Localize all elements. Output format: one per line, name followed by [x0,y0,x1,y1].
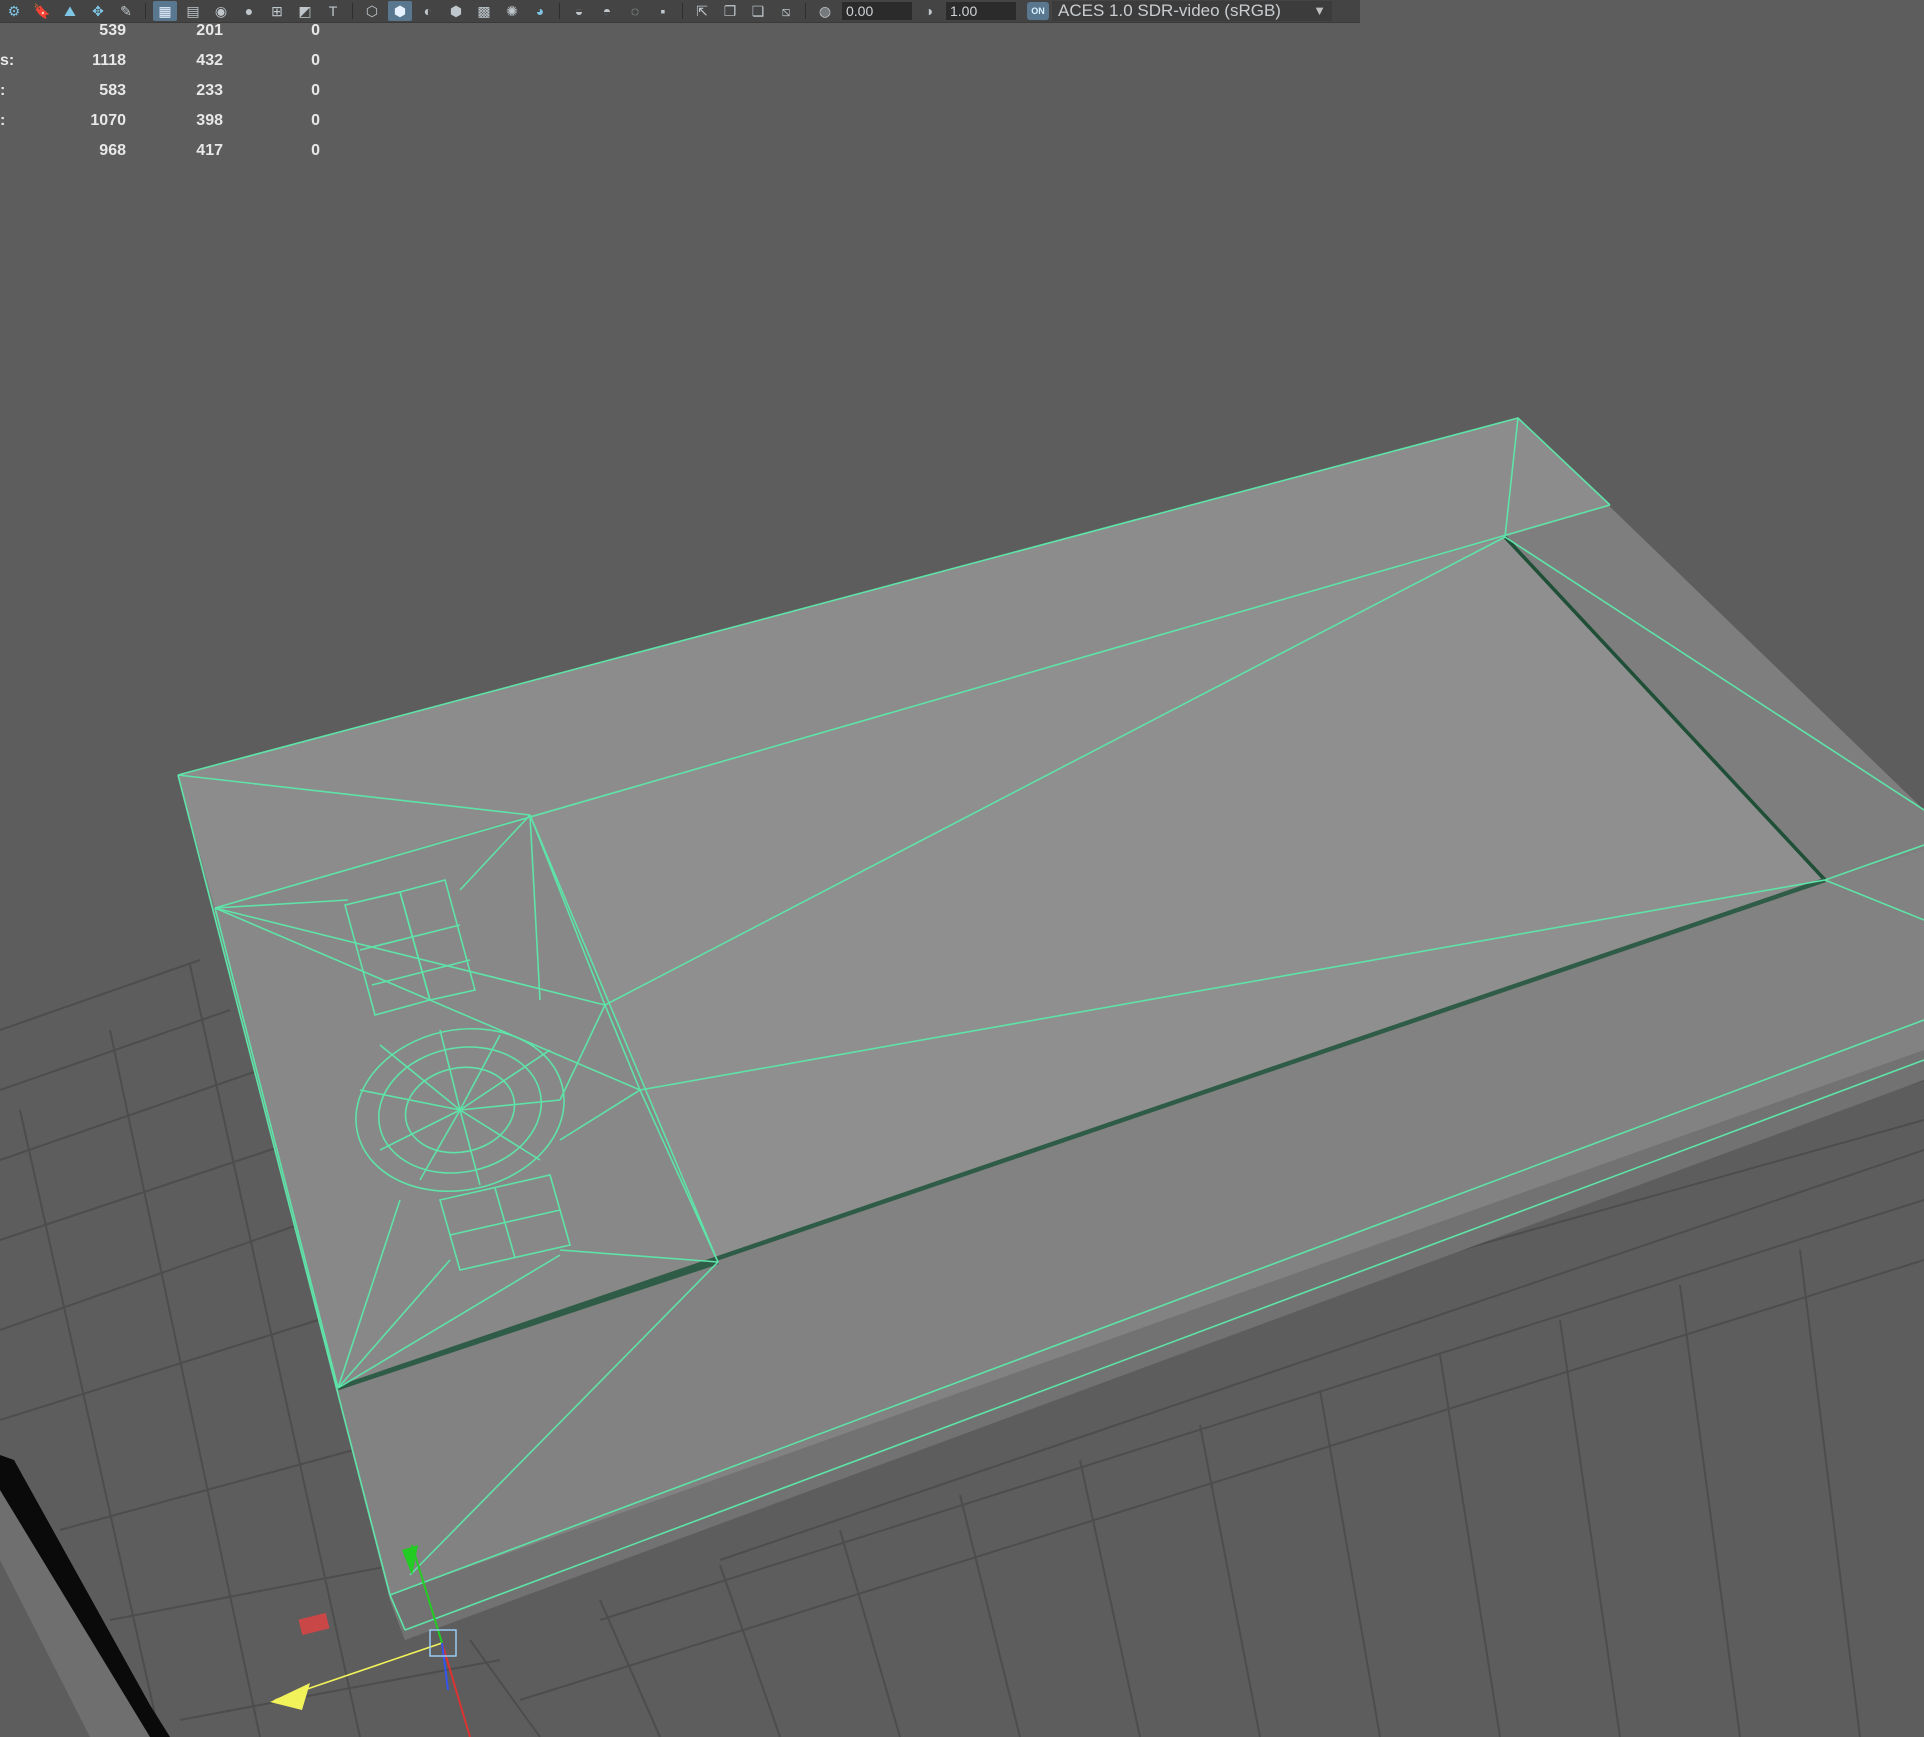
stat-selected-value: 398 [196,112,223,129]
hud-poly-count: 539 201 0 s: 1118 432 0 : 583 233 0 : 10… [0,22,340,172]
stat-object-value: 1070 [90,112,126,129]
viewport-toolbar: ⚙ 🔖 ⛰ ✥ ✎ ▦ ▤ ◉ ● ⊞ ◩ T ⬡ ⬢ ◐ ⬢ ▩ ✺ ◕ ◒ … [0,0,1360,23]
stat-selected-value: 201 [196,22,223,39]
resolution-gate-icon[interactable]: ◉ [209,1,233,21]
stat-component-value: 0 [311,112,320,129]
stats-row: : 583 233 0 [0,82,340,112]
safe-title-icon[interactable]: T [321,1,345,21]
exposure-field[interactable]: 0.00 [842,2,912,20]
grease-pencil-icon[interactable]: ✎ [114,1,138,21]
stat-label: s: [0,52,15,69]
isolate-select-icon[interactable]: ⇱ [690,1,714,21]
x-scale-handle-icon [298,1612,330,1636]
smooth-shade-icon[interactable]: ⬢ [388,1,412,21]
stat-object-value: 1118 [92,52,126,69]
stat-selected-value: 233 [196,82,223,99]
divider [352,3,353,19]
stat-component-value: 0 [311,52,320,69]
gamma-field[interactable]: 1.00 [946,2,1016,20]
depth-of-field-icon[interactable]: ▪ [651,1,675,21]
stat-component-value: 0 [311,142,320,159]
xray-joints-icon[interactable]: ⧅ [774,1,798,21]
stats-row: s: 1118 432 0 [0,52,340,82]
bookmark-icon[interactable]: 🔖 [30,1,54,21]
wireframe-on-shaded-icon[interactable]: ◐ [416,1,440,21]
gamma-icon[interactable]: ◑ [917,1,941,21]
stat-label: : [0,82,6,99]
tray-mesh[interactable] [178,418,1924,1640]
stats-row: : 1070 398 0 [0,112,340,142]
stat-object-value: 968 [99,142,126,159]
field-chart-icon[interactable]: ⊞ [265,1,289,21]
camera-icon[interactable]: ⚙ [2,1,26,21]
color-space-label: ACES 1.0 SDR-video (sRGB) [1058,1,1281,20]
divider [805,3,806,19]
default-material-icon[interactable]: ⬢ [444,1,468,21]
2d-pan-icon[interactable]: ✥ [86,1,110,21]
divider [682,3,683,19]
stat-selected-value: 417 [196,142,223,159]
divider [559,3,560,19]
safe-action-icon[interactable]: ◩ [293,1,317,21]
screen-space-ao-icon[interactable]: ◒ [567,1,591,21]
textured-icon[interactable]: ▩ [472,1,496,21]
exposure-icon[interactable]: ◍ [813,1,837,21]
film-gate-icon[interactable]: ▤ [181,1,205,21]
shadows-icon[interactable]: ◕ [528,1,552,21]
lighting-icon[interactable]: ✺ [500,1,524,21]
xray-active-components-icon[interactable]: ❏ [746,1,770,21]
cylinder-object[interactable] [0,1455,170,1737]
image-plane-icon[interactable]: ⛰ [58,1,82,21]
chevron-down-icon[interactable]: ▼ [1313,1,1326,21]
stat-object-value: 539 [99,22,126,39]
xray-icon[interactable]: ❐ [718,1,742,21]
motion-blur-icon[interactable]: ◓ [595,1,619,21]
stats-row: 539 201 0 [0,22,340,52]
pivot-handle-icon [270,1683,310,1710]
stat-label: : [0,112,6,129]
divider [145,3,146,19]
color-space-dropdown[interactable]: ACES 1.0 SDR-video (sRGB) ▼ [1052,1,1332,21]
grid-icon[interactable]: ▦ [153,1,177,21]
stat-object-value: 583 [99,82,126,99]
wireframe-icon[interactable]: ⬡ [360,1,384,21]
stat-component-value: 0 [311,22,320,39]
viewport-3d[interactable] [0,0,1924,1737]
gate-mask-icon[interactable]: ● [237,1,261,21]
stats-row: 968 417 0 [0,142,340,172]
color-management-toggle[interactable]: ON [1027,2,1049,20]
stat-selected-value: 432 [196,52,223,69]
anti-aliasing-icon[interactable]: ◌ [623,1,647,21]
stat-component-value: 0 [311,82,320,99]
